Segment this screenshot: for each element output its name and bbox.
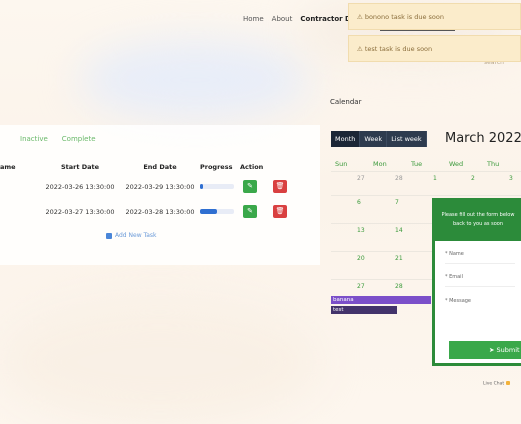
calendar-day[interactable]: 3 <box>509 175 513 182</box>
contact-form-header: Please fill out the form below back to y… <box>435 201 521 241</box>
table-row: 2022-03-26 13:30:00 2022-03-29 13:30:00 … <box>0 174 310 199</box>
delete-button[interactable]: 🗑 <box>273 205 288 218</box>
end-date-cell: 2022-03-28 13:30:00 <box>125 207 195 216</box>
calendar-day[interactable]: 27 <box>357 283 365 290</box>
calendar-day[interactable]: 1 <box>433 175 437 182</box>
calendar-day[interactable]: 13 <box>357 227 365 234</box>
day-of-week-label: Wed <box>449 160 464 168</box>
day-of-week-label: Mon <box>373 160 387 168</box>
message-field[interactable]: * Message <box>445 298 471 304</box>
progress-bar <box>200 209 234 214</box>
calendar-event-banana[interactable]: banana <box>331 296 431 304</box>
trash-icon: 🗑 <box>275 207 285 215</box>
column-start-date: Start Date <box>60 163 100 171</box>
column-progress: Progress <box>200 163 233 171</box>
email-field[interactable]: * Email <box>445 274 463 280</box>
day-of-week-label: Tue <box>411 160 423 168</box>
edit-button[interactable]: ✎ <box>243 180 257 193</box>
warning-icon: ⚠ <box>357 13 363 21</box>
task-name-cell <box>0 199 40 224</box>
contact-header-line: Please fill out the form below <box>441 212 515 218</box>
field-divider <box>445 286 515 287</box>
calendar-day[interactable]: 21 <box>395 255 403 262</box>
view-list-week-button[interactable]: List week <box>387 131 427 147</box>
calendar-day[interactable]: 2 <box>471 175 475 182</box>
task-name-cell <box>0 174 40 199</box>
table-header-row: ame Start Date End Date Progress Action <box>0 160 310 174</box>
view-month-button[interactable]: Month <box>331 131 361 147</box>
start-date-cell: 2022-03-27 13:30:00 <box>45 207 115 216</box>
submit-label: Submit <box>496 346 520 354</box>
contact-form-popup: Please fill out the form below back to y… <box>432 198 521 366</box>
calendar-month-title: March 2022 <box>445 131 521 146</box>
submit-button[interactable]: ➤ Submit <box>449 341 521 359</box>
notification-test[interactable]: ⚠ test task is due soon <box>348 35 521 62</box>
edit-icon: ✎ <box>247 207 253 215</box>
live-chat-link[interactable]: Live Chat <box>483 381 510 387</box>
day-of-week-label: Thu <box>487 160 500 168</box>
end-date-cell: 2022-03-29 13:30:00 <box>125 182 195 191</box>
notification-divider <box>380 30 455 31</box>
task-table: ame Start Date End Date Progress Action … <box>0 160 310 224</box>
nav-home[interactable]: Home <box>243 15 264 23</box>
tab-inactive[interactable]: Inactive <box>20 135 48 143</box>
calendar-day[interactable]: 27 <box>357 175 365 182</box>
calendar-day[interactable]: 20 <box>357 255 365 262</box>
progress-fill <box>200 184 204 189</box>
delete-button[interactable]: 🗑 <box>273 180 288 193</box>
view-week-button[interactable]: Week <box>360 131 388 147</box>
calendar-day[interactable]: 7 <box>395 199 399 206</box>
chat-label: Live Chat <box>483 381 505 387</box>
calendar-event-test[interactable]: test <box>331 306 397 314</box>
warning-icon: ⚠ <box>357 45 363 53</box>
contact-header-line: back to you as soon <box>452 221 503 227</box>
calendar-row-divider <box>331 171 521 172</box>
calendar-heading: Calendar <box>330 98 362 106</box>
notification-banana[interactable]: ⚠ bonono task is due soon <box>348 3 521 30</box>
edit-button[interactable]: ✎ <box>243 205 257 218</box>
column-action: Action <box>240 163 264 171</box>
calendar-day[interactable]: 28 <box>395 283 403 290</box>
notification-text: bonono task is due soon <box>364 13 444 21</box>
notification-text: test task is due soon <box>364 45 433 53</box>
start-date-cell: 2022-03-26 13:30:00 <box>45 182 115 191</box>
column-end-date: End Date <box>143 163 177 171</box>
calendar-day[interactable]: 28 <box>395 175 403 182</box>
progress-bar <box>200 184 234 189</box>
calendar-day[interactable]: 14 <box>395 227 403 234</box>
progress-fill <box>200 209 217 214</box>
trash-icon: 🗑 <box>275 182 285 190</box>
add-task-label: Add New Task <box>115 232 157 239</box>
nav-about[interactable]: About <box>272 15 293 23</box>
day-of-week-label: Sun <box>335 160 348 168</box>
column-name: ame <box>0 163 16 171</box>
edit-icon: ✎ <box>247 182 253 190</box>
calendar-view-switch: Month Week List week <box>331 131 427 147</box>
send-icon: ➤ <box>489 346 495 354</box>
top-nav: Home About Contractor Das <box>243 15 360 23</box>
calendar-row-divider <box>331 195 521 196</box>
add-icon <box>106 232 112 239</box>
add-task-button[interactable]: Add New Task <box>106 232 156 239</box>
name-field[interactable]: * Name <box>445 251 464 257</box>
field-divider <box>445 263 515 264</box>
tab-complete[interactable]: Complete <box>62 135 96 143</box>
task-filter-tabs: Inactive Complete <box>20 135 96 143</box>
table-row: 2022-03-27 13:30:00 2022-03-28 13:30:00 … <box>0 199 310 224</box>
chat-icon <box>505 381 510 385</box>
calendar-day[interactable]: 6 <box>357 199 361 206</box>
